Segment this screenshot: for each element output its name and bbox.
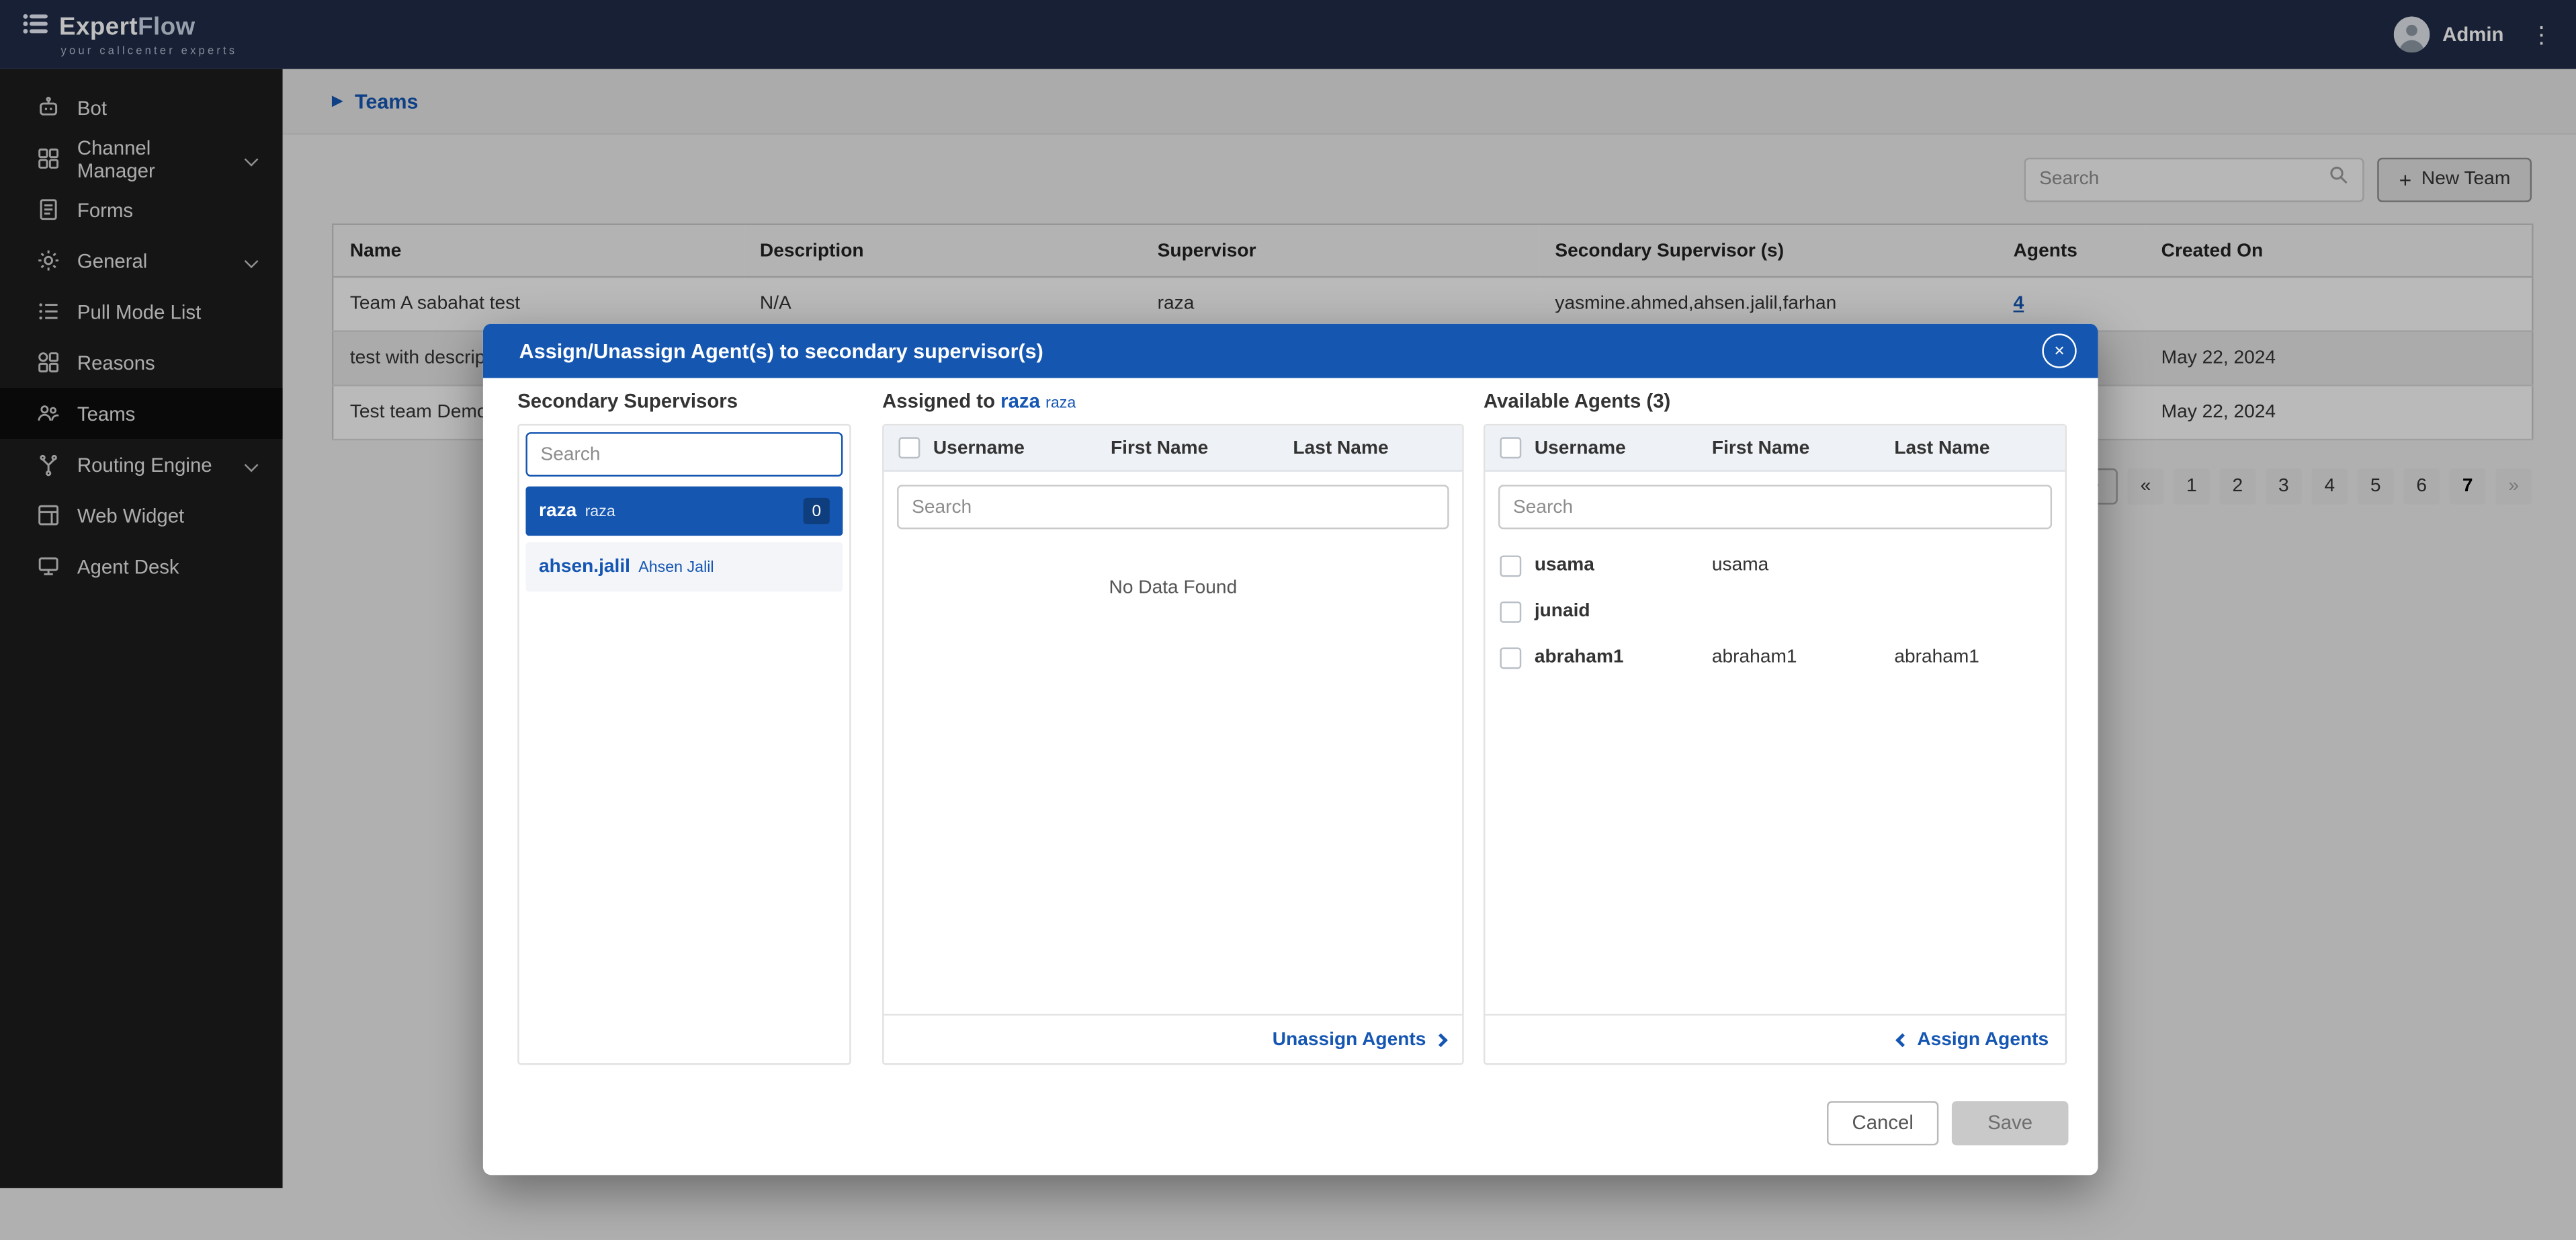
row-checkbox[interactable]	[1499, 647, 1520, 668]
modal-footer: Cancel Save	[483, 1070, 2098, 1175]
agent-row-usama[interactable]: usama usama	[1485, 542, 2065, 588]
secondary-supervisors-panel: Secondary Supervisors raza raza 0 ahsen.…	[517, 390, 851, 1065]
cancel-button[interactable]: Cancel	[1827, 1100, 1938, 1145]
row-checkbox[interactable]	[1499, 554, 1520, 576]
row-checkbox[interactable]	[1499, 601, 1520, 622]
modal-title: Assign/Unassign Agent(s) to secondary su…	[519, 339, 1043, 362]
available-agents-panel: Available Agents (3) Username First Name…	[1484, 390, 2067, 1065]
screen: ExpertFlow your callcenter experts Admin…	[0, 0, 2576, 1240]
supervisors-search-input[interactable]	[525, 432, 843, 477]
supervisors-list: raza raza 0 ahsen.jalil Ahsen Jalil	[525, 487, 843, 591]
available-heading: Available Agents (3)	[1484, 390, 2067, 416]
assign-agents-modal: Assign/Unassign Agent(s) to secondary su…	[483, 324, 2098, 1175]
app-window: ExpertFlow your callcenter experts Admin…	[0, 0, 2576, 1240]
select-all-checkbox[interactable]	[1499, 437, 1520, 458]
assigned-search-input[interactable]	[897, 485, 1449, 529]
secondary-supervisors-heading: Secondary Supervisors	[517, 390, 851, 416]
save-button[interactable]: Save	[1952, 1100, 2069, 1145]
assigned-grid-header: Username First Name Last Name	[884, 425, 1463, 471]
available-grid-header: Username First Name Last Name	[1485, 425, 2065, 471]
supervisor-item-ahsen-jalil[interactable]: ahsen.jalil Ahsen Jalil	[525, 542, 843, 591]
assigned-count-badge: 0	[804, 498, 830, 524]
agent-row-junaid[interactable]: junaid	[1485, 588, 2065, 634]
assigned-agents-panel: Assigned to raza raza Username First Nam…	[882, 390, 1464, 1065]
assigned-heading: Assigned to raza raza	[882, 390, 1464, 416]
unassign-agents-button[interactable]: Unassign Agents	[884, 1014, 1463, 1063]
assign-agents-button[interactable]: Assign Agents	[1485, 1014, 2065, 1063]
no-data-text: No Data Found	[884, 579, 1463, 598]
chevron-right-icon	[1434, 1032, 1448, 1046]
available-search-input[interactable]	[1498, 485, 2052, 529]
modal-header: Assign/Unassign Agent(s) to secondary su…	[483, 324, 2098, 378]
select-all-checkbox[interactable]	[898, 437, 919, 458]
supervisor-item-raza[interactable]: raza raza 0	[525, 487, 843, 536]
chevron-left-icon	[1895, 1032, 1909, 1046]
agent-row-abraham1[interactable]: abraham1 abraham1 abraham1	[1485, 634, 2065, 680]
close-icon[interactable]: ×	[2042, 333, 2076, 368]
